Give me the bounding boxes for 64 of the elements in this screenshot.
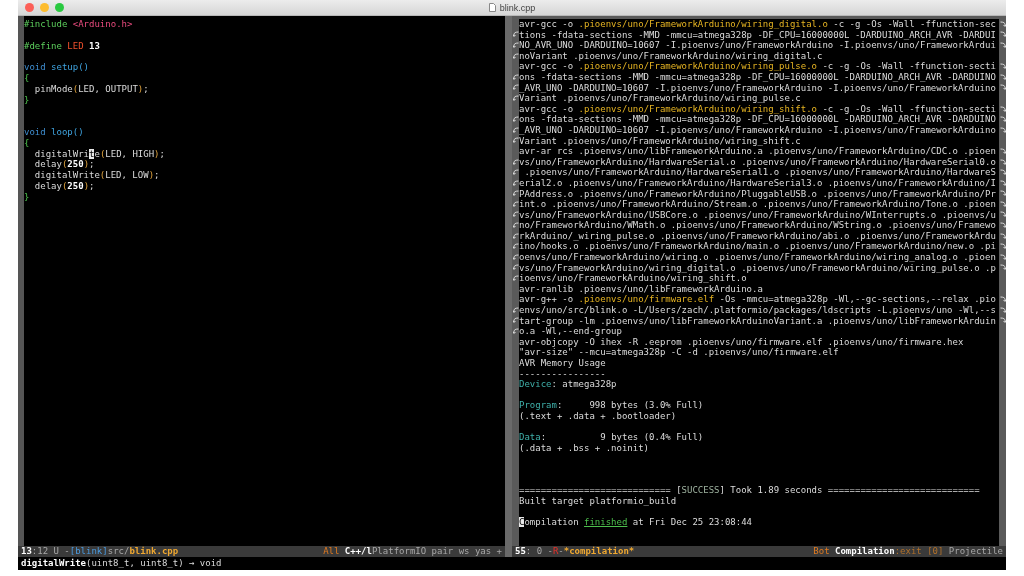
output-line: Variant .pioenvs/uno/FrameworkArduino/wiring_shift.c: [519, 135, 802, 147]
output-line: Variant .pioenvs/uno/FrameworkArduino/wiring_pulse.c: [519, 93, 802, 104]
code-line: delay(250);: [33, 159, 96, 171]
document-icon: [488, 3, 496, 12]
output-line: vs/uno/FrameworkArduino/USBCore.o .pioenvs/uno/FrameworkArduino/WInterrupts.o .pioenvs/u: [519, 209, 997, 221]
output-line: avr-gcc -o .pioenvs/uno/FrameworkArduino/wiring_digital.o -c -g -Os -Wall -ffunction-sec: [519, 19, 997, 30]
zoom-button[interactable]: [55, 3, 64, 12]
output-line: NO_AVR_UNO -DARDUINO=10607 -I.pioenvs/uno/FrameworkArduino -I.pioenvs/uno/FrameworkArdui: [519, 40, 997, 51]
code-line: {: [24, 137, 31, 149]
output-line: (.text + .data + .bootloader): [519, 410, 678, 422]
output-line: ons -fdata-sections -MMD -mmcu=atmega328p -DF_CPU=16000000L -DARDUINO_ARCH_AVR -DARDUINO: [519, 114, 997, 125]
output-line: o.a -Wl,--end-group: [519, 326, 623, 337]
output-line: vs/uno/FrameworkArduino/HardwareSerial.o .pioenvs/uno/FrameworkArduino/HardwareSerial0.o: [519, 156, 997, 168]
output-line: tions -fdata-sections -MMD -mmcu=atmega328p -DF_CPU=16000000L -DARDUINO_ARCH_AVR -DARDUI: [519, 29, 997, 41]
output-line: avr-g++ -o .pioenvs/uno/firmware.elf -Os -mmcu=atmega328p -Wl,--gc-sections,--relax .pio: [519, 294, 997, 306]
output-line: ons -fdata-sections -MMD -mmcu=atmega328p -DF_CPU=16000000L -DARDUINO_ARCH_AVR -DARDUINO: [519, 71, 997, 83]
minimize-button[interactable]: [40, 3, 49, 12]
output-line: Device: atmega328p: [519, 379, 618, 390]
code-line: delay(250);: [33, 180, 96, 192]
mode-line-modes: Bot Compilation:exit [0] Projectile: [813, 546, 1003, 557]
output-line: erial2.o .pioenvs/uno/FrameworkArduino/HardwareSerial3.o .pioenvs/uno/FrameworkArduino/I: [519, 177, 997, 189]
output-line: ============================ [SUCCESS] Took 1.89 seconds ============================: [519, 485, 981, 496]
output-line: avr-gcc -o .pioenvs/uno/FrameworkArduino/wiring_pulse.o -c -g -Os -Wall -ffunction-secti: [519, 61, 997, 72]
output-line: tart-group -lm .pioenvs/uno/libFrameworkArduinoVariant.a .pioenvs/uno/libFrameworkArduin: [519, 315, 997, 327]
echo-text: digitalWrite(uint8_t, uint8_t) → void: [21, 558, 222, 568]
output-line: ino/hooks.o .pioenvs/uno/FrameworkArduino/main.o .pioenvs/uno/FrameworkArduino/new.o .pi: [519, 241, 997, 253]
output-line: noVariant .pioenvs/uno/FrameworkArduino/wiring_digital.c: [519, 50, 824, 62]
code-line: pinMode(LED, OUTPUT);: [33, 83, 150, 95]
output-line: vs/uno/FrameworkArduino/wiring_digital.o .pioenvs/uno/FrameworkArduino/wiring_pulse.o .p: [519, 262, 997, 274]
code-line: }: [24, 191, 31, 203]
output-line: Data: 9 bytes (0.4% Full): [519, 432, 705, 443]
output-line: Program: 998 bytes (3.0% Full): [519, 400, 705, 411]
output-line: .pioenvs/uno/FrameworkArduino/HardwareSerial1.o .pioenvs/uno/FrameworkArduino/HardwareS: [523, 167, 997, 178]
mode-line-modes: All C++/lPlatformIO pair ws yas +: [323, 546, 502, 557]
output-line: ioenvs/uno/FrameworkArduino/wiring_shift.o: [519, 273, 748, 284]
output-line: AVR Memory Usage: [519, 358, 607, 369]
output-line: rkArduino/_wiring_pulse.o .pioenvs/uno/FrameworkArduino/abi.o .pioenvs/uno/FrameworkArdu: [519, 230, 997, 242]
output-line: "avr-size" --mcu=atmega328p -C -d .pioenvs/uno/firmware.elf: [519, 347, 840, 358]
code-line: void setup(): [24, 62, 91, 73]
code-line: {: [24, 73, 31, 84]
code-line: }: [24, 94, 31, 106]
mode-line-status: 55: 0 -R-*compilation*: [515, 546, 635, 557]
output-line: Built target platformio_build: [519, 495, 678, 507]
output-line: envs/uno/src/blink.o -L/Users/zach/.platformio/packages/ldscripts -L.pioenvs/uno -Wl,--s: [519, 305, 997, 316]
output-line: avr-ar rcs .pioenvs/uno/libFrameworkArduino.a .pioenvs/uno/FrameworkArduino/CDC.o .pioen: [519, 146, 997, 157]
mode-line-status: 13:12 U -[blink]src/blink.cpp: [21, 546, 179, 557]
output-line: avr-objcopy -O ihex -R .eeprom .pioenvs/uno/firmware.elf .pioenvs/uno/firmware.hex: [519, 336, 965, 348]
window-title: blink.cpp: [499, 2, 536, 13]
output-line: _AVR_UNO -DARDUINO=10607 -I.pioenvs/uno/FrameworkArduino -I.pioenvs/uno/FrameworkArduino: [519, 124, 997, 136]
output-line: Compilation finished at Fri Dec 25 23:08:44: [519, 516, 753, 528]
close-button[interactable]: [25, 3, 34, 12]
code-line: #define LED 13: [24, 40, 101, 52]
output-line: _AVR_UNO -DARDUINO=10607 -I.pioenvs/uno/FrameworkArduino -I.pioenvs/uno/FrameworkArduino: [519, 82, 997, 94]
code-line: #include <Arduino.h>: [24, 19, 134, 30]
code-line: digitalWrite(LED, LOW);: [33, 170, 161, 181]
output-line: ----------------: [519, 368, 607, 380]
code-line: void loop(): [24, 126, 85, 138]
output-line: (.data + .bss + .noinit): [519, 442, 651, 454]
output-line: PAddress.o .pioenvs/uno/FrameworkArduino/PluggableUSB.o .pioenvs/uno/FrameworkArduino/Pr: [519, 188, 997, 200]
output-line: oenvs/uno/FrameworkArduino/wiring.o .pioenvs/uno/FrameworkArduino/wiring_analog.o .pioen: [519, 252, 997, 263]
output-line: avr-gcc -o .pioenvs/uno/FrameworkArduino/wiring_shift.o -c -g -Os -Wall -ffunction-secti: [519, 103, 997, 115]
output-line: int.o .pioenvs/uno/FrameworkArduino/Stream.o .pioenvs/uno/FrameworkArduino/Tone.o .pioen: [519, 199, 997, 210]
output-line: no/FrameworkArduino/WMath.o .pioenvs/uno/FrameworkArduino/WString.o .pioenvs/uno/Framewo: [519, 220, 997, 231]
output-line: avr-ranlib .pioenvs/uno/libFrameworkArduino.a: [519, 283, 764, 295]
